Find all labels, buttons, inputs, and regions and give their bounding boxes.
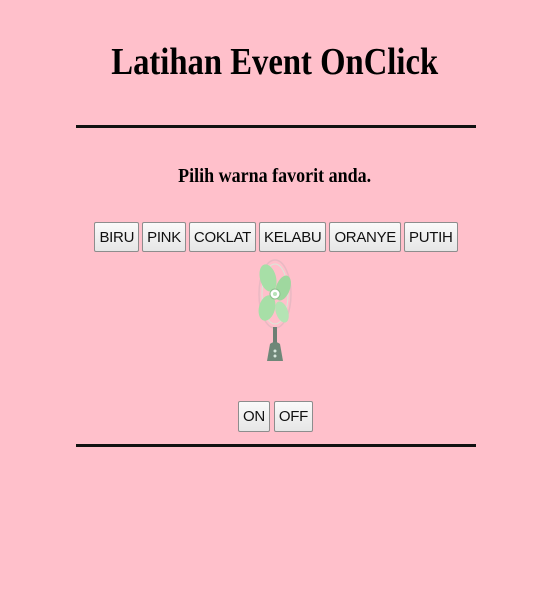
blue-button[interactable]: BIRU: [94, 222, 140, 252]
off-button[interactable]: OFF: [273, 401, 313, 432]
gray-button[interactable]: KELABU: [259, 222, 327, 252]
page-title: Latihan Event OnClick: [111, 41, 439, 83]
top-divider: [76, 125, 476, 128]
power-button-group: ON OFF: [0, 401, 549, 432]
brown-button[interactable]: COKLAT: [188, 222, 257, 252]
pink-button[interactable]: PINK: [142, 222, 186, 252]
bottom-divider: [76, 444, 476, 447]
white-button[interactable]: PUTIH: [404, 222, 458, 252]
color-prompt: Pilih warna favorit anda.: [178, 165, 372, 187]
orange-button[interactable]: ORANYE: [329, 222, 401, 252]
color-button-group: BIRU PINK COKLAT KELABU ORANYE PUTIH: [0, 222, 549, 252]
on-button[interactable]: ON: [238, 401, 270, 432]
fan-icon: [258, 259, 292, 361]
